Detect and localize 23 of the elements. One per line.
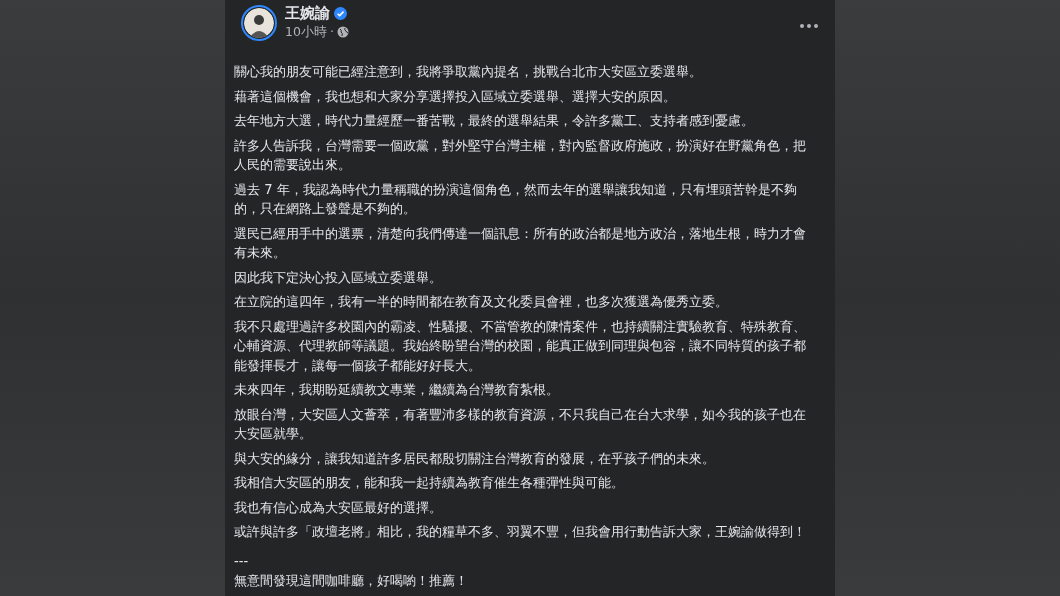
post-paragraph: 我不只處理過許多校園內的霸凌、性騷擾、不當管教的陳情案件，也持續關注實驗教育、特殊教育、心輔資源、代理教師等議題。我始終盼望台灣的校園，能真正做到同理與包容，讓不同特質的孩子都能發揮長才，讓每一個孩子都能好好長大。 xyxy=(234,317,806,375)
separator-dot: · xyxy=(329,23,334,41)
globe-icon xyxy=(336,26,349,38)
post-paragraph: 藉著這個機會，我也想和大家分享選擇投入區域立委選舉、選擇大安的原因。 xyxy=(234,87,677,106)
post-paragraph: 我相信大安區的朋友，能和我一起持續為教育催生各種彈性與可能。 xyxy=(234,474,625,492)
post-paragraph: 在立院的這四年，我有一半的時間都在教育及文化委員會裡，也多次獲選為優秀立委。 xyxy=(234,293,729,311)
post-paragraph: 過去 7 年，我認為時代力量稱職的扮演這個角色，然而去年的選舉讓我知道，只有埋頭苦幹是不夠的，只在網路上發聲是不夠的。 xyxy=(234,180,798,218)
post-paragraph: 去年地方大選，時代力量經歷一番苦戰，最終的選舉結果，令許多黨工、支持者感到憂慮。 xyxy=(234,112,755,130)
post-paragraph: 因此我下定決心投入區域立委選舉。 xyxy=(234,268,443,287)
post-paragraph: 選民已經用手中的選票，清楚向我們傳達一個訊息：所有的政治都是地方政治，落地生根，時力才會有未來。 xyxy=(234,224,806,262)
post-paragraph: 未來四年，我期盼延續教文專業，繼續為台灣教育紮根。 xyxy=(234,381,560,399)
post-paragraph: 許多人告訴我，台灣需要一個政黨，對外堅守台灣主權，對內監督政府施政，扮演好在野黨角色，把人民的需要說出來。 xyxy=(234,136,806,174)
post-text-line: --- xyxy=(234,552,250,571)
post-paragraph: 或許與許多「政壇老將」相比，我的糧草不多、羽翼不豐，但我會用行動告訴大家，王婉諭做得到！ xyxy=(234,523,806,541)
post-paragraph: 放眼台灣，大安區人文薈萃，有著豐沛多樣的教育資源，不只我自己在台大求學，如今我的孩子也在大安區就學。 xyxy=(234,405,806,443)
post-paragraph: 關心我的朋友可能已經注意到，我將爭取黨內提名，挑戰台北市大安區立委選舉。 xyxy=(234,63,703,81)
post-time[interactable]: 10小時 xyxy=(285,23,327,41)
post-text-line: 無意間發現這間咖啡廳，好喝喲！推薦！ xyxy=(234,571,469,590)
post-paragraph: 我也有信心成為大安區最好的選擇。 xyxy=(234,498,443,517)
author-name[interactable]: 王婉諭 xyxy=(285,3,330,23)
more-options-icon[interactable] xyxy=(799,23,819,29)
post-paragraph: 與大安的緣分，讓我知道許多居民都殷切關注台灣教育的發展，在乎孩子們的未來。 xyxy=(234,449,716,468)
avatar[interactable] xyxy=(241,5,277,41)
